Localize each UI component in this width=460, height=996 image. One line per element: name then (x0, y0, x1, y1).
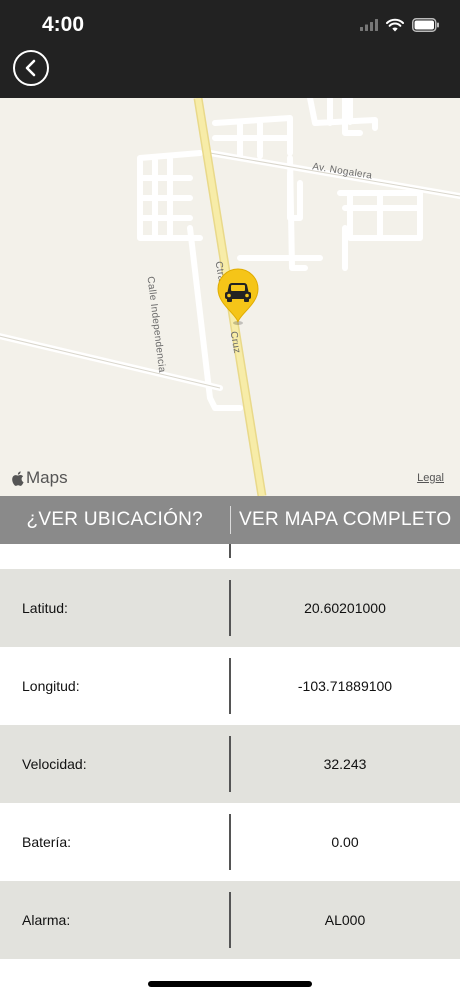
top-bar: 4:00 (0, 0, 460, 98)
row-value: 0.00 (331, 834, 359, 850)
table-row-longitud: Longitud: -103.71889100 (0, 647, 460, 725)
table-row-partial (0, 544, 460, 569)
row-label: Batería: (22, 834, 72, 850)
row-label: Latitud: (22, 600, 68, 616)
wifi-icon (386, 18, 404, 32)
map-view[interactable]: Av. Nogalera Calle Independencia Ctra Cr… (0, 98, 460, 496)
maps-brand-text: Maps (26, 468, 68, 487)
row-label: Longitud: (22, 678, 80, 694)
maps-attribution: Maps (11, 468, 68, 488)
status-time: 4:00 (42, 13, 85, 36)
vehicle-details-table: Latitud: 20.60201000 Longitud: -103.7188… (0, 544, 460, 959)
table-row-bateria: Batería: 0.00 (0, 803, 460, 881)
back-button[interactable] (13, 50, 49, 86)
table-row-velocidad: Velocidad: 32.243 (0, 725, 460, 803)
status-icons (360, 14, 440, 36)
row-label: Velocidad: (22, 756, 87, 772)
view-full-map-button[interactable]: VER MAPA COMPLETO (231, 496, 460, 544)
action-bar: ¿VER UBICACIÓN? VER MAPA COMPLETO (0, 496, 460, 544)
row-value: AL000 (324, 912, 366, 928)
chevron-left-icon (25, 59, 36, 77)
table-row-alarma: Alarma: AL000 (0, 881, 460, 959)
row-label: Alarma: (22, 912, 71, 928)
battery-icon (412, 18, 439, 32)
row-value: 32.243 (323, 756, 367, 772)
table-row-latitud: Latitud: 20.60201000 (0, 569, 460, 647)
row-value: -103.71889100 (297, 678, 393, 694)
cellular-signal-icon (360, 19, 378, 31)
view-location-button[interactable]: ¿VER UBICACIÓN? (0, 496, 230, 544)
car-pin-icon[interactable] (216, 268, 260, 326)
legal-link[interactable]: Legal (417, 472, 444, 484)
column-divider (229, 544, 231, 558)
home-indicator[interactable] (148, 981, 312, 987)
apple-logo-icon (12, 470, 24, 486)
row-value: 20.60201000 (304, 600, 386, 616)
